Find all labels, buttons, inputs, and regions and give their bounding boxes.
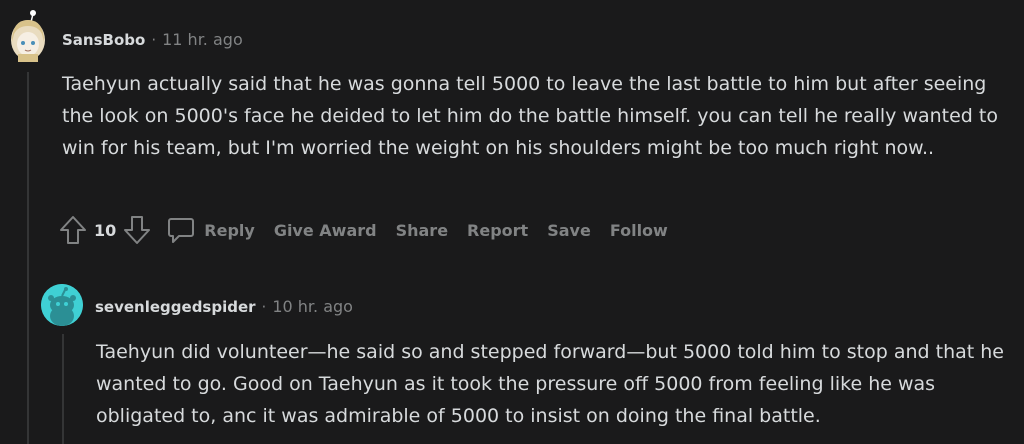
reply-label: Reply (204, 220, 255, 240)
follow-button[interactable]: Follow (610, 221, 668, 240)
downvote-icon[interactable] (122, 214, 152, 246)
reply-username[interactable]: sevenleggedspider (95, 298, 256, 316)
comment-timestamp[interactable]: 11 hr. ago (162, 30, 243, 49)
comment-action-bar: 10 Reply Give Award Share Report Save Fo… (58, 212, 687, 248)
comment-thread-line[interactable] (27, 72, 29, 444)
vote-score: 10 (94, 220, 117, 240)
comment-username[interactable]: SansBobo (62, 31, 145, 49)
save-button[interactable]: Save (547, 221, 591, 240)
comment-bubble-icon (166, 215, 196, 245)
share-label: Share (395, 220, 449, 240)
reply-avatar[interactable] (41, 284, 83, 326)
give-award-button[interactable]: Give Award (274, 221, 377, 240)
save-label: Save (547, 220, 591, 240)
reply-button[interactable]: Reply (166, 215, 255, 245)
report-label: Report (467, 220, 529, 240)
follow-label: Follow (609, 220, 668, 240)
reply-thread-line[interactable] (62, 334, 64, 444)
meta-separator: · (151, 30, 157, 49)
comment-meta: SansBobo · 11 hr. ago (62, 30, 243, 49)
give-award-label: Give Award (273, 220, 377, 240)
reply-timestamp[interactable]: 10 hr. ago (272, 297, 353, 316)
comment-body: Taehyun actually said that he was gonna … (62, 73, 998, 159)
reply-meta: sevenleggedspider · 10 hr. ago (95, 297, 353, 316)
vote-group: 10 (58, 214, 166, 246)
share-button[interactable]: Share (396, 221, 448, 240)
upvote-icon[interactable] (58, 214, 88, 246)
report-button[interactable]: Report (467, 221, 528, 240)
reply-body: Taehyun did volunteer—he said so and ste… (96, 341, 1004, 427)
meta-separator: · (261, 297, 267, 316)
user-avatar[interactable] (8, 10, 48, 62)
